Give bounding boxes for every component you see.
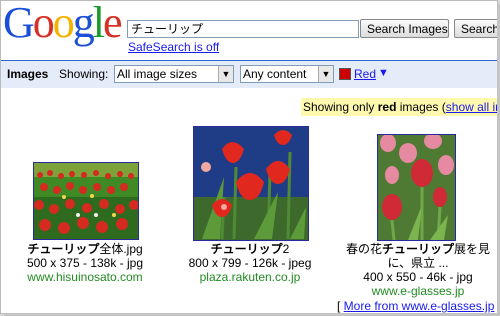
filter-bar: Images Showing: All image sizes ▼ Any co… — [1, 60, 497, 88]
section-title: Images — [7, 67, 49, 81]
more-from-site: [ More from www.e-glasses.jp ] — [337, 299, 497, 313]
result-url[interactable]: www.hisuinosato.com — [1, 271, 169, 284]
tulip-closeup-image — [194, 127, 308, 240]
browser-viewport: Google チューリップ Search Images Search SafeS… — [0, 0, 498, 314]
result-title-rest: 全体.jpg — [99, 242, 143, 256]
dropdown-arrow-icon[interactable]: ▼ — [218, 66, 233, 82]
logo-letter: G — [3, 0, 35, 47]
notice-prefix: Showing only — [303, 100, 378, 114]
dropdown-arrow-icon[interactable]: ▼ — [318, 66, 333, 82]
logo-letter: e — [103, 0, 122, 47]
result-title[interactable]: チューリップ2 — [166, 243, 334, 256]
logo-letter: o — [52, 0, 75, 47]
more-from-link[interactable]: More from www.e-glasses.jp — [344, 299, 495, 313]
search-input[interactable]: チューリップ — [127, 20, 359, 38]
color-filter-link[interactable]: Red — [354, 67, 376, 81]
image-size-value: All image sizes — [117, 67, 198, 81]
result-title-bold: チューリップ — [381, 242, 454, 256]
logo-letter: o — [32, 0, 55, 47]
notice-color-word: red — [377, 100, 397, 114]
result-url[interactable]: www.e-glasses.jp — [334, 285, 497, 298]
logo-letter: g — [72, 0, 95, 47]
safesearch-link[interactable]: SafeSearch is off — [128, 40, 219, 54]
pink-tulips-image — [378, 135, 455, 240]
result-thumbnail[interactable] — [377, 134, 456, 241]
result-meta: 800 x 799 - 126k - jpeg — [188, 256, 312, 270]
result-meta: 500 x 375 - 138k - jpg — [26, 256, 144, 270]
notice-suffix: images ( — [396, 100, 446, 114]
color-swatch-icon — [339, 68, 351, 80]
image-size-select[interactable]: All image sizes ▼ — [114, 65, 234, 83]
more-bracket-open: [ — [337, 299, 344, 313]
result-title-line2[interactable]: に、県立 ... — [334, 257, 497, 270]
search-web-button[interactable]: Search — [454, 19, 497, 38]
color-filter-arrow-icon[interactable]: ▼ — [378, 67, 389, 79]
search-images-button[interactable]: Search Images — [360, 19, 449, 38]
logo-letter: l — [92, 0, 105, 47]
result-title-rest: 2 — [282, 242, 290, 256]
result-title[interactable]: チューリップ全体.jpg — [1, 243, 169, 256]
content-type-select[interactable]: Any content ▼ — [240, 65, 334, 83]
content-type-value: Any content — [243, 67, 307, 81]
result-title[interactable]: 春の花チューリップ展を見 — [334, 242, 497, 256]
result-thumbnail[interactable] — [33, 162, 139, 240]
filter-notice: Showing only red images (show all im — [301, 98, 497, 116]
result-title-pre: 春の花 — [345, 242, 382, 256]
google-logo[interactable]: Google — [3, 0, 122, 47]
show-all-link[interactable]: show all im — [446, 100, 497, 114]
result-title-bold: チューリップ — [27, 242, 100, 256]
result-meta: 400 x 550 - 46k - jpg — [363, 270, 473, 284]
result-url[interactable]: plaza.rakuten.co.jp — [166, 271, 334, 284]
result-thumbnail[interactable] — [193, 126, 309, 241]
showing-label: Showing: — [59, 67, 109, 81]
tulip-field-image — [34, 163, 138, 239]
result-title-rest: 展を見 — [454, 242, 491, 256]
result-title-bold: チューリップ — [210, 242, 283, 256]
